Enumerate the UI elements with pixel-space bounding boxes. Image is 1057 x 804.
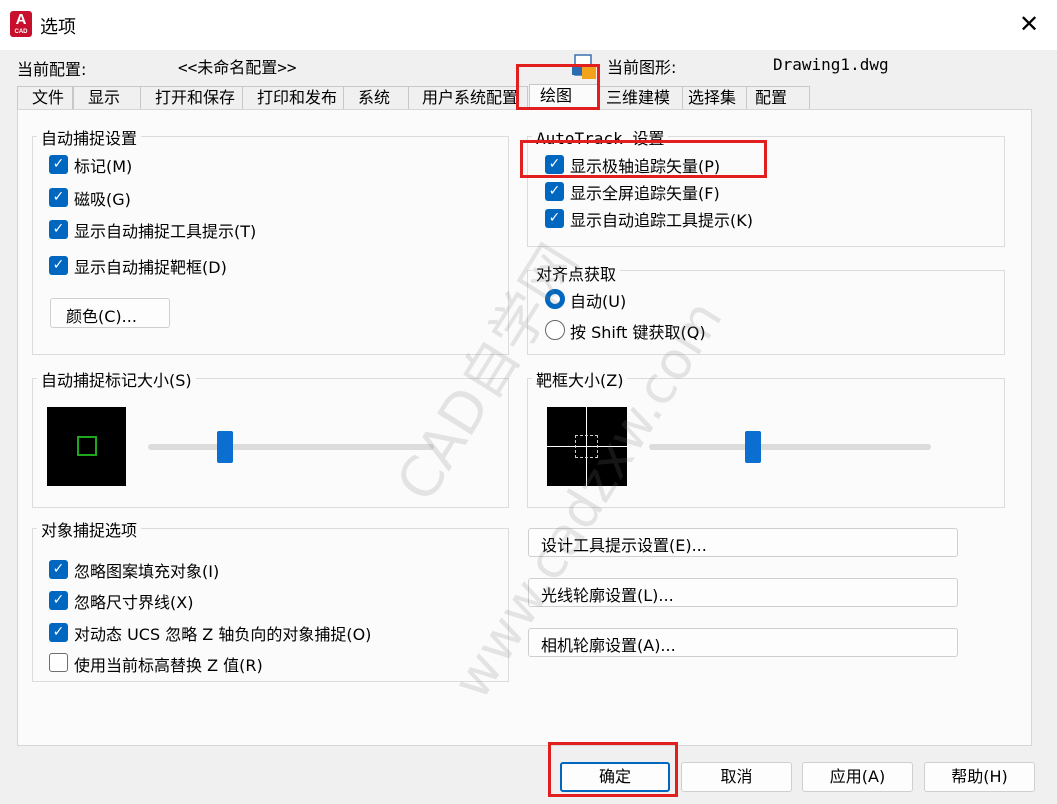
drafting-tooltip-settings-button[interactable]: 设计工具提示设置(E)... — [528, 528, 958, 557]
cameras-glyph-settings-button[interactable]: 相机轮廓设置(A)... — [528, 628, 958, 657]
marker-size-title: 自动捕捉标记大小(S) — [37, 367, 196, 391]
current-profile-label: 当前配置: — [17, 60, 87, 79]
lights-glyph-settings-button[interactable]: 光线轮廓设置(L)... — [528, 578, 958, 607]
aperture-size-preview — [547, 407, 627, 486]
snap-marker-square — [77, 436, 97, 456]
marker-size-slider-thumb[interactable] — [217, 431, 234, 463]
marker-checkbox[interactable]: ✓ — [49, 155, 68, 174]
tab-system[interactable]: 系统 — [343, 86, 418, 110]
autosnap-aperture-label: 显示自动捕捉靶框(D) — [74, 258, 227, 277]
ok-button-highlight — [548, 742, 678, 797]
title-bar: A CAD 选项 ✕ — [0, 0, 1057, 50]
tab-profiles[interactable]: 配置 — [746, 86, 810, 110]
marker-size-preview — [47, 407, 126, 486]
polar-tracking-highlight — [520, 140, 767, 178]
auto-acquire-radio[interactable] — [545, 289, 565, 309]
ignore-extension-lines-label: 忽略尺寸界线(X) — [74, 593, 194, 612]
ignore-extension-lines-checkbox[interactable]: ✓ — [49, 591, 68, 610]
drafting-tab-highlight — [516, 64, 600, 110]
window-title: 选项 — [40, 17, 76, 38]
autosnap-tooltip-checkbox[interactable]: ✓ — [49, 220, 68, 239]
magnet-checkbox[interactable]: ✓ — [49, 188, 68, 207]
color-button[interactable]: 颜色(C)... — [50, 298, 170, 328]
aperture-box — [575, 435, 598, 458]
autosnap-tooltip-label: 显示自动捕捉工具提示(T) — [74, 222, 257, 241]
tab-open-save[interactable]: 打开和保存 — [140, 86, 247, 110]
ignore-hatch-label: 忽略图案填充对象(I) — [74, 562, 220, 581]
replace-z-checkbox[interactable] — [49, 653, 68, 672]
alignment-acquisition-title: 对齐点获取 — [532, 261, 621, 285]
ignore-hatch-checkbox[interactable]: ✓ — [49, 560, 68, 579]
app-logo-icon: A CAD — [10, 11, 32, 37]
object-snap-options-title: 对象捕捉选项 — [37, 517, 142, 541]
tab-user-preferences[interactable]: 用户系统配置 — [408, 86, 528, 110]
auto-acquire-label: 自动(U) — [570, 292, 627, 311]
replace-z-label: 使用当前标高替换 Z 值(R) — [74, 656, 263, 675]
aperture-size-title: 靶框大小(Z) — [532, 367, 628, 391]
current-drawing-value: Drawing1.dwg — [773, 55, 889, 74]
magnet-label: 磁吸(G) — [74, 190, 131, 209]
current-profile-value: <<未命名配置>> — [178, 58, 297, 77]
close-icon[interactable]: ✕ — [1015, 10, 1043, 38]
current-drawing-label: 当前图形: — [607, 58, 677, 77]
shift-acquire-label: 按 Shift 键获取(Q) — [570, 323, 706, 342]
ignore-negative-z-checkbox[interactable]: ✓ — [49, 623, 68, 642]
fullscreen-tracking-vector-checkbox[interactable]: ✓ — [545, 182, 564, 201]
marker-size-slider-track[interactable] — [148, 444, 434, 450]
autotrack-tooltip-checkbox[interactable]: ✓ — [545, 209, 564, 228]
cancel-button[interactable]: 取消 — [681, 762, 792, 792]
tab-3d-modeling[interactable]: 三维建模 — [599, 86, 685, 110]
marker-label: 标记(M) — [74, 157, 133, 176]
tab-display[interactable]: 显示 — [73, 86, 150, 110]
apply-button[interactable]: 应用(A) — [802, 762, 913, 792]
aperture-size-slider-track[interactable] — [649, 444, 931, 450]
shift-acquire-radio[interactable] — [545, 320, 565, 340]
tab-selection[interactable]: 选择集 — [682, 86, 750, 110]
aperture-size-slider-thumb[interactable] — [745, 431, 762, 463]
fullscreen-tracking-vector-label: 显示全屏追踪矢量(F) — [570, 184, 720, 203]
ignore-negative-z-label: 对动态 UCS 忽略 Z 轴负向的对象捕捉(O) — [74, 625, 372, 644]
autotrack-tooltip-label: 显示自动追踪工具提示(K) — [570, 211, 753, 230]
autosnap-settings-title: 自动捕捉设置 — [37, 125, 142, 149]
tab-plot-publish[interactable]: 打印和发布 — [242, 86, 347, 110]
help-button[interactable]: 帮助(H) — [924, 762, 1035, 792]
tab-files[interactable]: 文件 — [17, 86, 73, 110]
autosnap-aperture-checkbox[interactable]: ✓ — [49, 256, 68, 275]
